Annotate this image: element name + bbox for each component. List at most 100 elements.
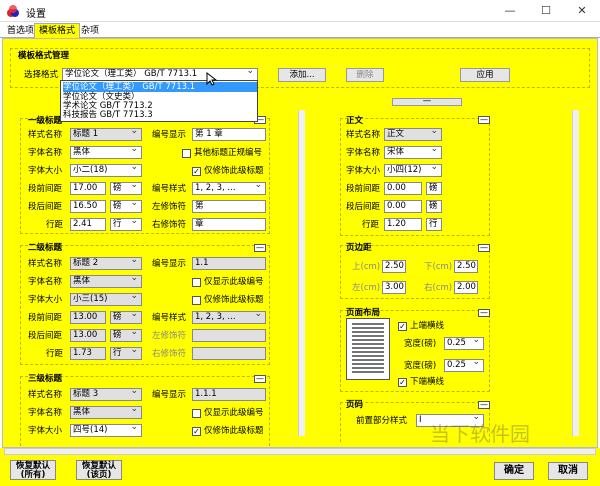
level1-before-input[interactable]: 17.00	[70, 182, 106, 195]
dropdown-option[interactable]: 学位论文（理工类） GB/T 7713.1	[63, 82, 257, 92]
body-style-select[interactable]: 正文	[384, 128, 442, 141]
maximize-button[interactable]: ☐	[528, 0, 564, 22]
level1-left-input[interactable]: 第	[192, 200, 266, 213]
horizontal-scrollbar[interactable]	[4, 448, 596, 455]
level3-collapse-button[interactable]: —	[254, 375, 266, 383]
level2-after-unit[interactable]: 磅	[110, 329, 142, 342]
close-button[interactable]: ✕	[564, 0, 600, 22]
level1-num-label: 编号显示	[152, 130, 187, 140]
level3-font-select[interactable]: 黑体	[70, 406, 142, 419]
margins-collapse-button[interactable]: —	[478, 244, 490, 252]
margin-bottom-label: 下(cm)	[424, 262, 453, 272]
splitter-collapse-button[interactable]: —	[392, 97, 462, 106]
level1-right-input[interactable]: 章	[192, 218, 266, 231]
level3-modify-label: 仅修饰此级标题	[204, 426, 264, 436]
level2-size-select[interactable]: 小三(15)	[70, 293, 142, 306]
add-button[interactable]: 添加...	[278, 68, 326, 82]
level1-size-select[interactable]: 小二(18)	[70, 164, 142, 177]
body-line-unit[interactable]: 行	[426, 218, 442, 231]
body-line-label: 行距	[362, 220, 380, 230]
level2-num-label: 编号显示	[152, 259, 187, 269]
level2-modify-checkbox[interactable]	[192, 296, 201, 305]
level2-font-select[interactable]: 黑体	[70, 275, 142, 288]
body-collapse-button[interactable]: —	[478, 116, 490, 124]
body-before-input[interactable]: 0.00	[384, 182, 422, 195]
level1-numstyle-label: 编号样式	[152, 184, 187, 194]
delete-button[interactable]: 删除	[346, 68, 384, 82]
level3-style-label: 样式名称	[28, 390, 63, 400]
lower-line-checkbox[interactable]: ✓	[398, 378, 407, 387]
dropdown-option[interactable]: 科技报告 GB/T 7713.3	[63, 110, 257, 120]
level1-num-input[interactable]: 第 1 章	[192, 128, 266, 141]
level2-collapse-button[interactable]: —	[254, 244, 266, 252]
tab-template-format[interactable]: 模板格式	[34, 23, 81, 38]
section-title: 模板格式管理	[18, 51, 70, 61]
level3-num-input[interactable]: 1.1.1	[192, 388, 266, 401]
body-line-input[interactable]: 1.20	[384, 218, 422, 231]
level1-modify-checkbox[interactable]: ✓	[192, 167, 201, 176]
body-size-label: 字体大小	[346, 166, 381, 176]
lower-weight-label: 宽度(磅)	[404, 361, 437, 371]
level1-line-unit[interactable]: 行	[110, 218, 142, 231]
level3-size-label: 字体大小	[28, 426, 63, 436]
level1-size-label: 字体大小	[28, 166, 63, 176]
level1-numstyle-select[interactable]: 1, 2, 3, ...	[192, 182, 266, 195]
margin-left-input[interactable]: 3.00	[382, 281, 406, 294]
level2-style-label: 样式名称	[28, 259, 63, 269]
level1-style-label: 样式名称	[28, 130, 63, 140]
level2-line-input[interactable]: 1.73	[70, 347, 106, 360]
tab-misc[interactable]: 杂项	[76, 23, 104, 38]
level2-after-input[interactable]: 13.00	[70, 329, 106, 342]
restore-all-button[interactable]: 恢复默认 (所有)	[10, 460, 56, 480]
level1-style-select[interactable]: 标题 1	[70, 128, 142, 141]
body-font-label: 字体名称	[346, 148, 381, 158]
lower-line-label: 下端横线	[410, 377, 445, 387]
level1-font-select[interactable]: 黑体	[70, 146, 142, 159]
level1-line-input[interactable]: 2.41	[70, 218, 106, 231]
level1-before-unit[interactable]: 磅	[110, 182, 142, 195]
level2-num-input[interactable]: 1.1	[192, 257, 266, 270]
margin-bottom-input[interactable]: 2.50	[454, 260, 478, 273]
layout-collapse-button[interactable]: —	[478, 309, 490, 317]
level1-other-checkbox[interactable]	[182, 149, 191, 158]
level1-after-label: 段后间距	[28, 202, 63, 212]
level1-after-input[interactable]: 16.50	[70, 200, 106, 213]
page-number-collapse-button[interactable]: —	[478, 401, 490, 409]
upper-line-checkbox[interactable]: ✓	[398, 322, 407, 331]
body-before-unit[interactable]: 磅	[426, 182, 442, 195]
cancel-button[interactable]: 取消	[548, 462, 588, 480]
level3-style-select[interactable]: 标题 3	[70, 388, 142, 401]
level3-size-select[interactable]: 四号(14)	[70, 424, 142, 437]
body-after-unit[interactable]: 磅	[426, 200, 442, 213]
level3-show-checkbox[interactable]	[192, 409, 201, 418]
front-style-label: 前置部分样式	[356, 416, 408, 426]
minimize-button[interactable]: —	[492, 0, 528, 22]
body-size-select[interactable]: 小四(12)	[384, 164, 442, 177]
template-dropdown[interactable]: 学位论文（理工类） GB/T 7713.1 学位论文（文史类） 学术论文 GB/…	[60, 80, 258, 122]
restore-page-button[interactable]: 恢复默认 (该页)	[76, 460, 122, 480]
margin-right-input[interactable]: 2.00	[454, 281, 478, 294]
level2-right-label: 右修饰符	[152, 349, 187, 359]
level2-show-checkbox[interactable]	[192, 278, 201, 287]
level1-after-unit[interactable]: 磅	[110, 200, 142, 213]
upper-weight-select[interactable]: 0.25	[444, 337, 484, 350]
level2-before-input[interactable]: 13.00	[70, 311, 106, 324]
level3-modify-checkbox[interactable]: ✓	[192, 427, 201, 436]
level2-size-label: 字体大小	[28, 295, 63, 305]
margin-top-input[interactable]: 2.50	[382, 260, 406, 273]
margins-title: 页边距	[346, 243, 372, 253]
right-scrollbar[interactable]	[572, 110, 579, 436]
level2-line-unit[interactable]: 行	[110, 347, 142, 360]
apply-button[interactable]: 应用	[460, 68, 510, 82]
level2-style-select[interactable]: 标题 2	[70, 257, 142, 270]
body-after-input[interactable]: 0.00	[384, 200, 422, 213]
level1-left-label: 左修饰符	[152, 202, 187, 212]
level2-right-input[interactable]	[192, 347, 266, 360]
level2-left-input[interactable]	[192, 329, 266, 342]
ok-button[interactable]: 确定	[494, 462, 534, 480]
body-font-select[interactable]: 宋体	[384, 146, 442, 159]
level2-before-unit[interactable]: 磅	[110, 311, 142, 324]
left-scrollbar[interactable]	[298, 110, 305, 436]
lower-weight-select[interactable]: 0.25	[444, 359, 484, 372]
level2-numstyle-select[interactable]: 1, 2, 3, ...	[192, 311, 266, 324]
